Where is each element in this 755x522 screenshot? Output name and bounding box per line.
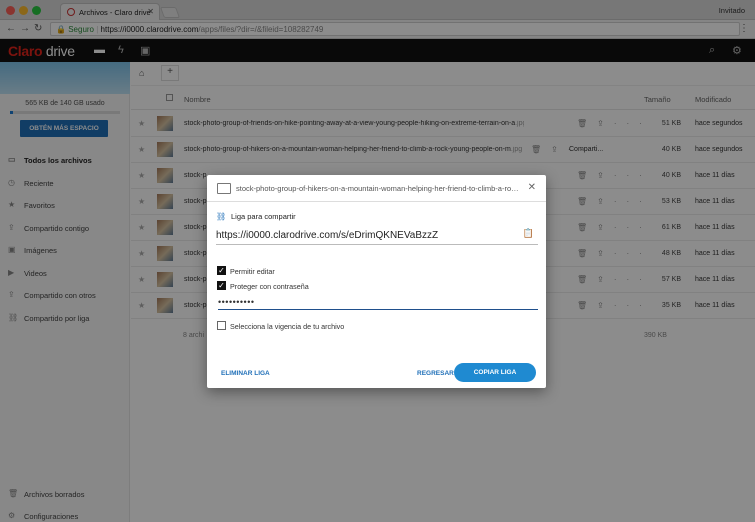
password-checkbox[interactable]: ✓ xyxy=(217,281,226,290)
dialog-title: stock-photo-group-of-hikers-on-a-mountai… xyxy=(236,184,521,193)
share-link-field[interactable]: https://i0000.clarodrive.com/s/eDrimQKNE… xyxy=(216,225,538,245)
expiry-checkbox[interactable] xyxy=(217,321,226,330)
dialog-header: stock-photo-group-of-hikers-on-a-mountai… xyxy=(207,175,546,202)
close-icon[interactable]: ✕ xyxy=(528,182,536,193)
link-icon: ⛓ xyxy=(216,212,227,221)
back-button[interactable]: REGRESAR xyxy=(417,370,454,377)
delete-link-button[interactable]: ELIMINAR LIGA xyxy=(221,370,270,377)
copy-link-button[interactable]: COPIAR LIGA xyxy=(454,363,536,382)
allow-edit-label: Permitir editar xyxy=(230,267,275,276)
share-link-label: Liga para compartir xyxy=(231,212,296,221)
share-link-dialog: stock-photo-group-of-hikers-on-a-mountai… xyxy=(207,175,546,388)
allow-edit-checkbox[interactable]: ✓ xyxy=(217,266,226,275)
clipboard-icon[interactable]: 📋 xyxy=(523,228,534,239)
image-file-icon xyxy=(217,183,231,194)
expiry-label: Selecciona la vigencia de tu archivo xyxy=(230,322,345,331)
password-label: Proteger con contraseña xyxy=(230,282,309,291)
password-input[interactable]: •••••••••• xyxy=(218,297,538,310)
